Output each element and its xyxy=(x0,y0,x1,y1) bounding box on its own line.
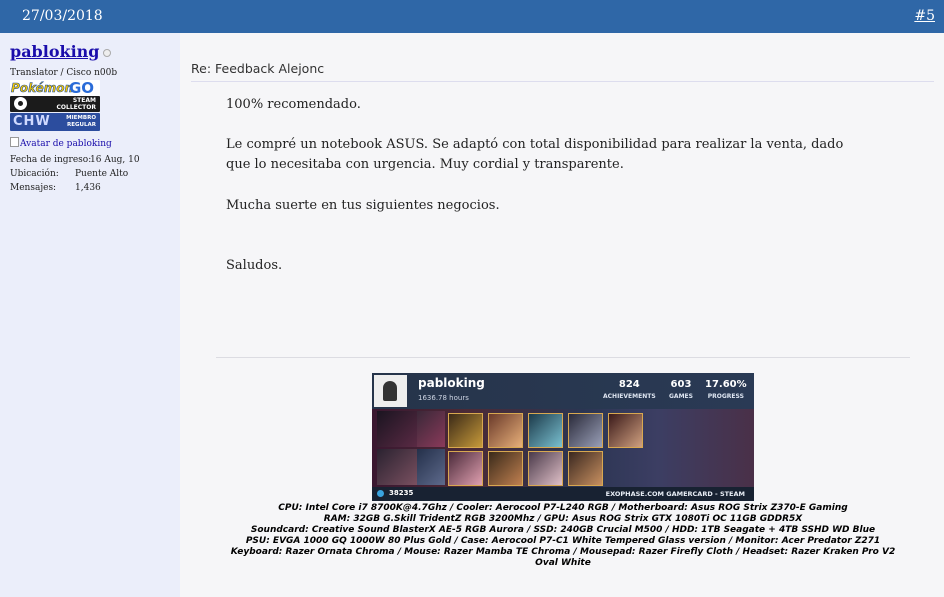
offline-status-icon xyxy=(103,48,112,57)
gamercard-hours: 1636.78 hours xyxy=(418,394,469,402)
post-paragraph: Le compré un notebook ASUS. Se adaptó co… xyxy=(226,137,844,172)
steam-badge-line2: COLLECTOR xyxy=(56,104,96,111)
progress-value: 17.60% xyxy=(705,379,747,390)
post-header-bar: 27/03/2018 #5 xyxy=(0,0,944,33)
signature-divider xyxy=(216,357,910,358)
achievement-icon xyxy=(608,413,643,448)
signature-line: Keyboard: Razer Ornata Chroma / Mouse: R… xyxy=(230,547,896,557)
pokemon-badge-text: Pokémon xyxy=(11,81,74,96)
achievement-icon xyxy=(488,451,523,486)
signature-line: Oval White xyxy=(535,558,591,568)
gamercard-artwork xyxy=(372,409,754,487)
signature-line: CPU: Intel Core i7 8700K@4.7Ghz / Cooler… xyxy=(278,503,848,513)
title-divider xyxy=(191,81,934,82)
game-cover-image xyxy=(377,411,417,447)
game-cover-image xyxy=(417,411,445,447)
games-label: GAMES xyxy=(669,393,693,400)
games-value: 603 xyxy=(670,379,692,390)
achievements-stat: 824 ACHIEVEMENTS xyxy=(603,379,656,400)
achievements-label: ACHIEVEMENTS xyxy=(603,393,656,400)
posts-value: 1,436 xyxy=(75,183,101,193)
post-paragraph: Saludos. xyxy=(226,258,283,273)
posts-label: Mensajes: xyxy=(10,183,57,193)
achievement-icon xyxy=(488,413,523,448)
join-date-value: 16 Aug, 10 xyxy=(90,155,140,165)
location-value: Puente Alto xyxy=(75,169,129,179)
join-date-label: Fecha de ingreso: xyxy=(10,155,92,165)
steam-badge-line1: STEAM xyxy=(72,97,96,104)
avatar-link[interactable]: Avatar de pabloking xyxy=(10,137,112,149)
post-paragraph: Mucha suerte en tus siguientes negocios. xyxy=(226,198,500,213)
gamercard-username: pabloking xyxy=(418,376,485,390)
chw-logo: CHW xyxy=(13,114,51,129)
chw-member-badge: CHW MIEMBRO REGULAR xyxy=(10,113,100,131)
games-stat: 603 GAMES xyxy=(669,379,693,400)
achievement-icon xyxy=(568,451,603,486)
progress-stat: 17.60% PROGRESS xyxy=(705,379,747,400)
achievement-icon xyxy=(528,413,563,448)
game-cover-image xyxy=(417,449,445,485)
post-number-link[interactable]: #5 xyxy=(914,8,935,24)
post-title: Re: Feedback Alejonc xyxy=(191,61,325,76)
avatar-alt-text: Avatar de pabloking xyxy=(20,139,112,149)
post-content: Re: Feedback Alejonc 100% recomendado. L… xyxy=(180,33,944,597)
steam-gamercard[interactable]: pabloking 1636.78 hours 824 ACHIEVEMENTS… xyxy=(372,373,754,501)
chw-badge-line1: MIEMBRO xyxy=(66,115,96,121)
progress-label: PROGRESS xyxy=(707,393,744,400)
steam-collector-badge: STEAM COLLECTOR xyxy=(10,96,100,112)
chw-badge-line2: REGULAR xyxy=(67,122,96,128)
gamercard-avatar xyxy=(374,375,407,407)
broken-image-icon xyxy=(10,137,19,147)
go-badge-text: GO xyxy=(69,79,95,97)
gamercard-brand: EXOPHASE.COM GAMERCARD - STEAM xyxy=(605,490,745,498)
steam-level: 38235 xyxy=(389,489,414,497)
post-date: 27/03/2018 xyxy=(22,8,103,24)
achievements-value: 824 xyxy=(618,379,640,390)
pokemon-go-badge: Pokémon GO xyxy=(10,79,100,97)
steam-level-icon xyxy=(377,490,384,497)
username-row: pabloking xyxy=(10,42,112,62)
username-link[interactable]: pabloking xyxy=(10,42,99,61)
achievement-icon xyxy=(448,451,483,486)
achievement-icon xyxy=(528,451,563,486)
location-label: Ubicación: xyxy=(10,169,59,179)
signature-line: Soundcard: Creative Sound BlasterX AE-5 … xyxy=(250,525,876,535)
signature-specs: CPU: Intel Core i7 8700K@4.7Ghz / Cooler… xyxy=(216,503,910,569)
gamercard-footer: 38235 EXOPHASE.COM GAMERCARD - STEAM xyxy=(372,487,754,501)
steam-icon xyxy=(14,97,27,110)
achievement-icon xyxy=(448,413,483,448)
user-title: Translator / Cisco n00b xyxy=(10,68,118,78)
user-info-sidebar: pabloking Translator / Cisco n00b Pokémo… xyxy=(0,33,180,597)
signature-line: PSU: EVGA 1000 GQ 1000W 80 Plus Gold / C… xyxy=(245,536,881,546)
gamercard-header: pabloking 1636.78 hours 824 ACHIEVEMENTS… xyxy=(372,373,754,409)
signature-line: RAM: 32GB G.Skill TridentZ RGB 3200Mhz /… xyxy=(323,514,803,524)
achievement-icon xyxy=(568,413,603,448)
post-paragraph: 100% recomendado. xyxy=(226,97,361,112)
game-cover-image xyxy=(377,449,417,485)
